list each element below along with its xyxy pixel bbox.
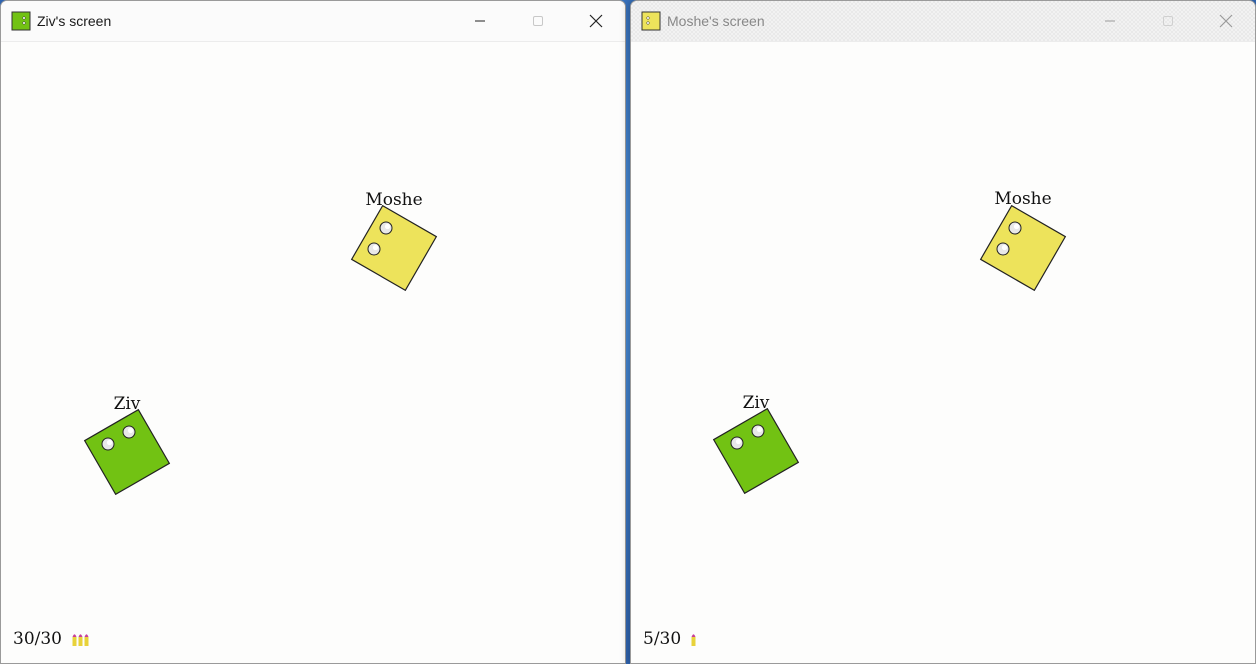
maximize-icon <box>1163 16 1173 26</box>
player-body <box>350 204 438 292</box>
ammo-bullets <box>691 632 696 646</box>
close-button[interactable] <box>567 1 625 41</box>
maximize-button[interactable] <box>509 1 567 41</box>
bullet-icon <box>78 634 83 646</box>
player-moshe <box>350 204 438 292</box>
close-icon <box>589 14 603 28</box>
player-ziv <box>712 407 800 495</box>
green-player-square-icon <box>11 11 31 31</box>
bullet-icon <box>691 634 696 646</box>
ammo-counter: 5/30 <box>643 629 682 649</box>
ammo-bullets <box>72 632 89 646</box>
moshe-window[interactable]: Moshe's screen Moshe Ziv 5/30 <box>630 0 1256 664</box>
maximize-button[interactable] <box>1139 1 1197 41</box>
bullet-icon <box>72 634 77 646</box>
yellow-player-square-icon <box>641 11 661 31</box>
maximize-icon <box>533 16 543 26</box>
close-button[interactable] <box>1197 1 1255 41</box>
ammo-hud: 30/30 <box>13 629 89 649</box>
minimize-button[interactable] <box>451 1 509 41</box>
close-icon <box>1219 14 1233 28</box>
player-moshe <box>979 204 1067 292</box>
player-body <box>712 407 800 495</box>
title-bar[interactable]: Ziv's screen <box>1 1 625 42</box>
minimize-button[interactable] <box>1081 1 1139 41</box>
player-ziv <box>83 408 171 496</box>
minimize-icon <box>1105 20 1115 22</box>
player-body <box>979 204 1067 292</box>
title-bar[interactable]: Moshe's screen <box>631 1 1255 42</box>
window-title: Moshe's screen <box>667 13 765 29</box>
minimize-icon <box>475 20 485 22</box>
window-title: Ziv's screen <box>37 13 112 29</box>
player-name-label: Moshe <box>994 189 1051 209</box>
game-canvas[interactable]: Moshe Ziv <box>631 42 1255 663</box>
player-body <box>83 408 171 496</box>
player-name-label: Moshe <box>365 190 422 210</box>
ziv-window[interactable]: Ziv's screen Moshe Ziv 30/30 <box>0 0 626 664</box>
bullet-icon <box>84 634 89 646</box>
ammo-hud: 5/30 <box>643 629 696 649</box>
ammo-counter: 30/30 <box>13 629 62 649</box>
game-canvas[interactable]: Moshe Ziv <box>1 42 625 663</box>
